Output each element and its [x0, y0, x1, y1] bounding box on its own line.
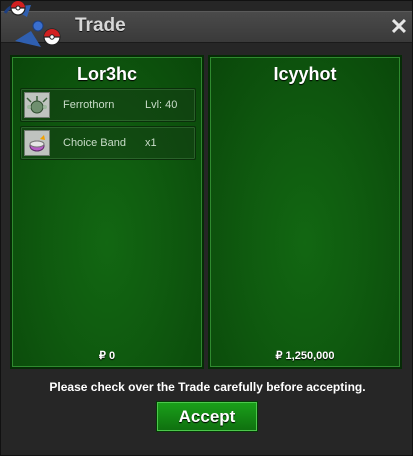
trade-item-ferrothorn[interactable]: Ferrothorn Lvl: 40: [20, 88, 196, 122]
accept-button[interactable]: Accept: [156, 401, 258, 432]
trade-warning-text: Please check over the Trade carefully be…: [49, 380, 366, 394]
pokeball-logo-icon: [3, 1, 61, 47]
my-money-offer: ₽ 0: [98, 350, 116, 362]
my-trader-name: Lor3hc: [76, 64, 137, 84]
trade-window: Trade ✕ Lor3hc Ferrothorn Lvl: 40 Choice…: [0, 0, 413, 456]
trade-item-choice-band[interactable]: Choice Band x1: [20, 126, 196, 160]
choice-band-icon: [24, 130, 50, 156]
close-button[interactable]: ✕: [388, 14, 410, 40]
trade-item-name: Choice Band: [63, 137, 126, 149]
partner-trade-panel: Icyyhot ₽ 1,250,000: [208, 55, 402, 369]
partner-trader-name: Icyyhot: [273, 64, 337, 84]
partner-money-offer: ₽ 1,250,000: [275, 350, 335, 362]
window-title: Trade: [75, 15, 126, 36]
trade-item-name: Ferrothorn: [63, 99, 115, 111]
trade-item-quantity: x1: [145, 137, 157, 149]
ferrothorn-icon: [24, 92, 50, 118]
trade-item-level: Lvl: 40: [145, 99, 178, 111]
my-trade-panel: Lor3hc Ferrothorn Lvl: 40 Choice Band x1…: [10, 55, 204, 369]
